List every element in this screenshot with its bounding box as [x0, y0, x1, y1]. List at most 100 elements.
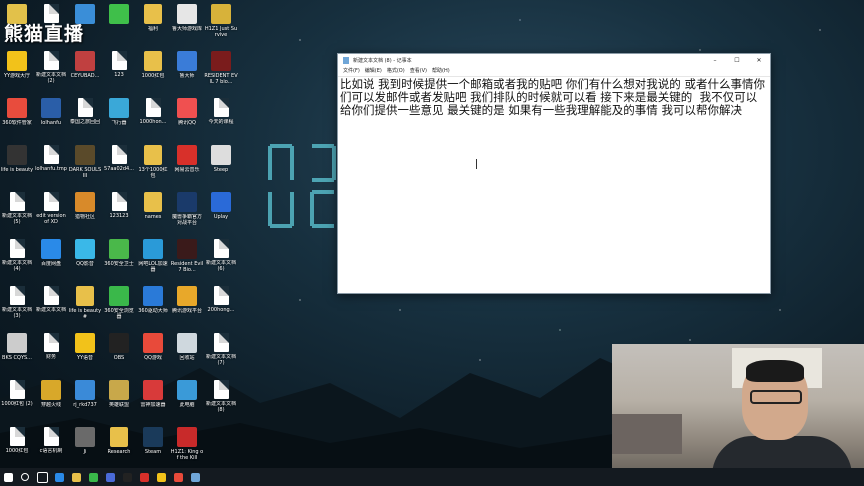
- app-icon[interactable]: [102, 469, 118, 485]
- desktop-icon[interactable]: Ji: [68, 423, 102, 469]
- text-cursor-icon: [476, 159, 477, 169]
- desktop-icon[interactable]: 123123: [102, 188, 136, 234]
- tencent-icon[interactable]: [170, 469, 186, 485]
- notepad-text-area[interactable]: 比如说 我到时候提供一个邮箱或者我的贴吧 你们有什么想对我说的 或者什么事情你们…: [340, 78, 768, 291]
- yy-icon[interactable]: [153, 469, 169, 485]
- wechat-icon[interactable]: [85, 469, 101, 485]
- desktop-icon[interactable]: 飞行器: [102, 94, 136, 140]
- notepad-window[interactable]: 新建文本文档 (8) - 记事本 – ☐ ✕ 文件(F) 编辑(E) 格式(O)…: [337, 53, 771, 294]
- desktop-icon-label: 新建文本文档 (6): [205, 260, 236, 272]
- menu-format[interactable]: 格式(O): [387, 67, 405, 76]
- app-icon: [7, 333, 27, 353]
- desktop-icon[interactable]: 13个1000红包: [136, 141, 170, 187]
- desktop-icon[interactable]: BKS CQYS...: [0, 329, 34, 375]
- task-view-icon[interactable]: [34, 469, 50, 485]
- desktop-icon[interactable]: 鲁大师游戏库: [170, 0, 204, 46]
- desktop-icon[interactable]: 新建文本文档 (4): [0, 235, 34, 281]
- desktop-icon[interactable]: 腾讯游戏平台: [170, 282, 204, 328]
- desktop-icon[interactable]: 福利: [136, 0, 170, 46]
- text-file-icon: [111, 51, 127, 70]
- desktop-icon[interactable]: 200hong...: [204, 282, 238, 328]
- desktop-icon[interactable]: 雷神加速器: [136, 376, 170, 422]
- desktop-icon[interactable]: H1Z1 Just Survive: [204, 0, 238, 46]
- desktop-icon[interactable]: 猎物社区: [68, 188, 102, 234]
- desktop-icon[interactable]: Resident Evil 7 Bio...: [170, 235, 204, 281]
- desktop-icon[interactable]: DARK SOULS III: [68, 141, 102, 187]
- desktop-icon-label: Uplay: [213, 214, 229, 220]
- desktop-icon[interactable]: 新建文本文档 (7): [204, 329, 238, 375]
- desktop-icon[interactable]: 1000红包 (2): [0, 376, 34, 422]
- desktop-icon[interactable]: 网易云音乐: [170, 141, 204, 187]
- obs-icon[interactable]: [119, 469, 135, 485]
- desktop-icon[interactable]: 123: [102, 47, 136, 93]
- desktop-icon[interactable]: 网吧LOL加速器: [136, 235, 170, 281]
- desktop-icon[interactable]: life is beauty#: [68, 282, 102, 328]
- desktop-icon[interactable]: lolhanfu: [34, 94, 68, 140]
- desktop-icon[interactable]: Research: [102, 423, 136, 469]
- edge-icon[interactable]: [51, 469, 67, 485]
- desktop-icon[interactable]: lolhanfu.tmp: [34, 141, 68, 187]
- desktop-icon[interactable]: 360安全浏览器: [102, 282, 136, 328]
- desktop-icon-label: 360驱动大师: [138, 308, 168, 314]
- desktop-icon[interactable]: 360软件管家: [0, 94, 34, 140]
- desktop-icon[interactable]: YY游戏大厅: [0, 47, 34, 93]
- desktop-icon[interactable]: QQ影音: [68, 235, 102, 281]
- desktop-icon[interactable]: names: [136, 188, 170, 234]
- menu-file[interactable]: 文件(F): [343, 67, 360, 76]
- desktop-icon[interactable]: 新建文本文档 (2): [34, 47, 68, 93]
- search-icon[interactable]: [17, 469, 33, 485]
- file-explorer-icon[interactable]: [68, 469, 84, 485]
- desktop-icon[interactable]: 新建文本文档 (3): [0, 282, 34, 328]
- desktop-icon-label: Ji: [83, 449, 87, 455]
- minimize-button[interactable]: –: [704, 54, 726, 67]
- notepad-title: 新建文本文档 (8) - 记事本: [353, 58, 412, 64]
- desktop-icon[interactable]: 57aa02d4...: [102, 141, 136, 187]
- desktop-icon[interactable]: 360驱动大师: [136, 282, 170, 328]
- desktop-icon[interactable]: 此电脑: [170, 376, 204, 422]
- desktop-icon[interactable]: QQ游戏: [136, 329, 170, 375]
- desktop-icon[interactable]: 1000红包: [0, 423, 34, 469]
- desktop-icon[interactable]: rj_rkd737: [68, 376, 102, 422]
- desktop-icon[interactable]: OBS: [102, 329, 136, 375]
- desktop-icon[interactable]: 新建文本文档 (5): [0, 188, 34, 234]
- notepad-icon[interactable]: [187, 469, 203, 485]
- folder-icon: [144, 4, 162, 24]
- desktop-icon[interactable]: H1Z1: King of the Kill: [170, 423, 204, 469]
- desktop-icon[interactable]: RESIDENT EVIL 7 bio...: [204, 47, 238, 93]
- desktop-icon[interactable]: 1000红包: [136, 47, 170, 93]
- desktop-icon[interactable]: YY语音: [68, 329, 102, 375]
- desktop-icon[interactable]: Steam: [136, 423, 170, 469]
- desktop-icon[interactable]: CEYUBAD...: [68, 47, 102, 93]
- menu-view[interactable]: 查看(V): [410, 67, 427, 76]
- desktop-icon[interactable]: 360安全卫士: [102, 235, 136, 281]
- desktop-icon[interactable]: Uplay: [204, 188, 238, 234]
- desktop-icon[interactable]: 回收站: [170, 329, 204, 375]
- desktop-icon[interactable]: c语言机制: [34, 423, 68, 469]
- desktop-icon[interactable]: Steep: [204, 141, 238, 187]
- desktop-icon[interactable]: 今天的课程: [204, 94, 238, 140]
- desktop-icon-label: 新建文本文档 (3): [1, 307, 32, 319]
- desktop-icon[interactable]: 新建文本文档 (8): [204, 376, 238, 422]
- desktop-icon[interactable]: 鲁大师: [170, 47, 204, 93]
- close-button[interactable]: ✕: [748, 54, 770, 67]
- desktop-icon[interactable]: 魔兽争霸官方对战平台: [170, 188, 204, 234]
- desktop-icon[interactable]: 腾讯QQ: [170, 94, 204, 140]
- desktop-icon[interactable]: life is beauty: [0, 141, 34, 187]
- desktop-icon[interactable]: 百度网盘: [34, 235, 68, 281]
- desktop-icon[interactable]: 新建文本文档 (6): [204, 235, 238, 281]
- desktop-icon[interactable]: edit version of XD: [34, 188, 68, 234]
- desktop-icon[interactable]: 新建文本文档: [34, 282, 68, 328]
- desktop-icon[interactable]: [102, 0, 136, 46]
- desktop-icon[interactable]: 1000hon...: [136, 94, 170, 140]
- netease-icon[interactable]: [136, 469, 152, 485]
- menu-help[interactable]: 帮助(H): [432, 67, 450, 76]
- desktop-icon[interactable]: 泰国之旅回回: [68, 94, 102, 140]
- windows-icon[interactable]: [0, 469, 16, 485]
- desktop-icon[interactable]: 英雄联盟: [102, 376, 136, 422]
- notepad-titlebar[interactable]: 新建文本文档 (8) - 记事本 – ☐ ✕: [338, 54, 770, 67]
- menu-edit[interactable]: 编辑(E): [365, 67, 382, 76]
- desktop-icon[interactable]: 穿越火线: [34, 376, 68, 422]
- maximize-button[interactable]: ☐: [726, 54, 748, 67]
- desktop-icon[interactable]: 财务: [34, 329, 68, 375]
- app-icon: [75, 333, 95, 353]
